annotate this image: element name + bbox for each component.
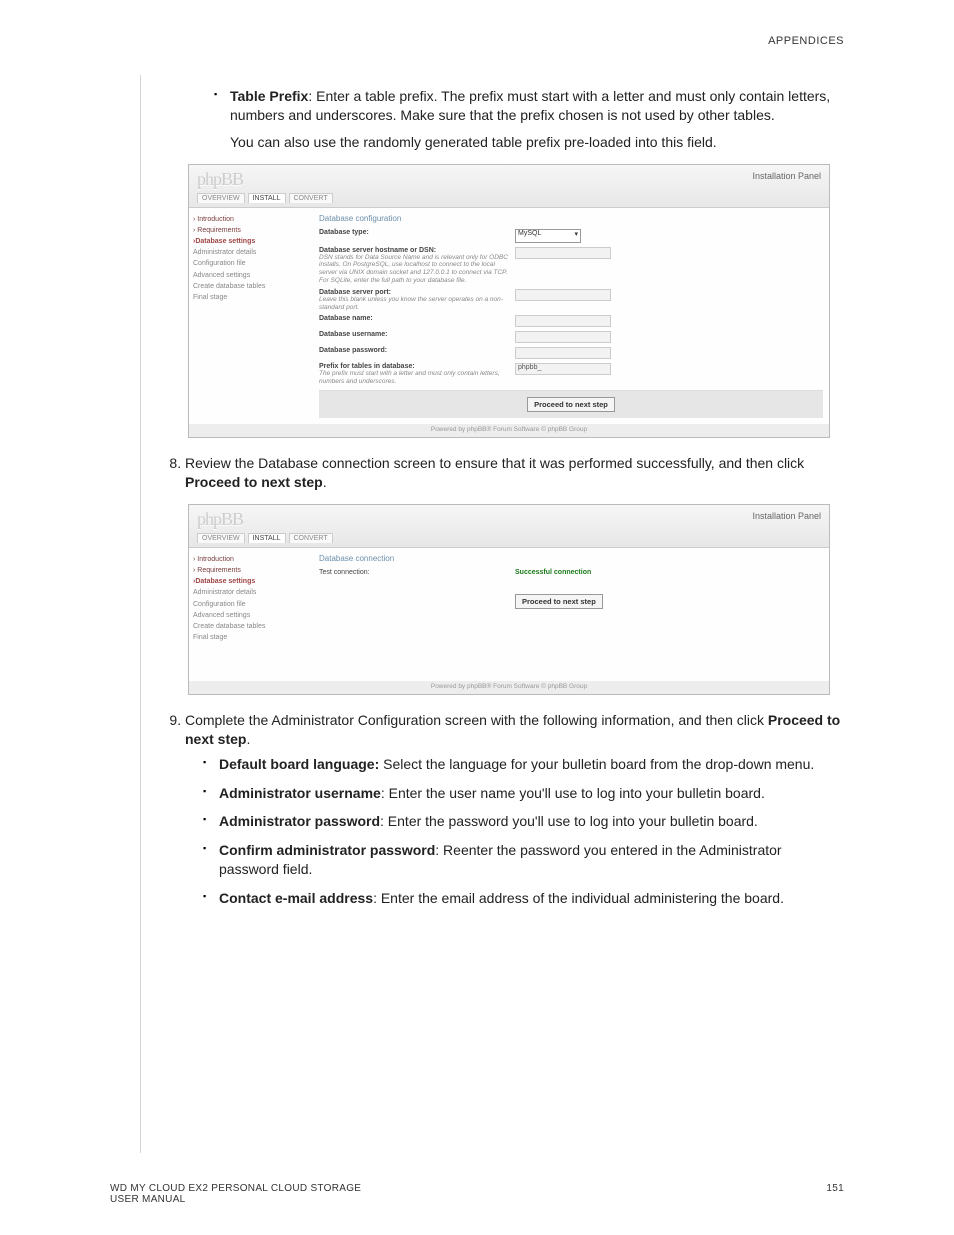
bullet-default-lang: Default board language: Select the langu… — [203, 755, 844, 774]
tab-install[interactable]: INSTALL — [248, 193, 286, 203]
footer-left: WD MY CLOUD EX2 PERSONAL CLOUD STORAGE U… — [110, 1183, 361, 1205]
installation-panel-label: Installation Panel — [752, 171, 821, 181]
sidebar2-intro: › Introduction — [193, 554, 313, 565]
sidebar2-final: Final stage — [193, 632, 313, 643]
bullet-table-prefix: Table Prefix: Enter a table prefix. The … — [214, 87, 844, 152]
lbl-dbuser: Database username: — [319, 331, 509, 343]
lbl-dsn: Database server hostname or DSN:DSN stan… — [319, 247, 509, 285]
tab-install-2[interactable]: INSTALL — [248, 533, 286, 543]
input-dbpass[interactable] — [515, 347, 611, 359]
sidebar-intro: › Introduction — [193, 214, 313, 225]
bullet-admin-pass: Administrator password: Enter the passwo… — [203, 812, 844, 831]
section-db-conn: Database connection — [319, 554, 823, 563]
bullet-confirm-pass: Confirm administrator password: Reenter … — [203, 841, 844, 879]
lbl-test-conn: Test connection: — [319, 569, 509, 576]
input-dbname[interactable] — [515, 315, 611, 327]
input-dsn[interactable] — [515, 247, 611, 259]
section-db-config: Database configuration — [319, 214, 823, 223]
screenshot-db-connection: phpBB Installation Panel OVERVIEW INSTAL… — [188, 504, 830, 695]
sidebar-adv: Advanced settings — [193, 270, 313, 281]
lbl-dbtype: Database type: — [319, 229, 509, 243]
tab-convert[interactable]: CONVERT — [289, 193, 333, 203]
phpbb-logo: phpBB — [197, 169, 243, 189]
sidebar-admin: Administrator details — [193, 247, 313, 258]
phpbb-footer-2: Powered by phpBB® Forum Software © phpBB… — [189, 681, 829, 692]
step8-end: . — [323, 474, 327, 490]
proceed-button-2[interactable]: Proceed to next step — [515, 594, 603, 609]
tab-convert-2[interactable]: CONVERT — [289, 533, 333, 543]
installation-panel-label-2: Installation Panel — [752, 511, 821, 521]
proceed-button[interactable]: Proceed to next step — [527, 397, 615, 412]
lbl-dbname: Database name: — [319, 315, 509, 327]
sidebar2-admin: Administrator details — [193, 587, 313, 598]
sidebar-final: Final stage — [193, 292, 313, 303]
note-table-prefix: You can also use the randomly generated … — [230, 133, 844, 152]
select-dbtype[interactable]: MySQL — [515, 229, 581, 243]
phpbb-logo-2: phpBB — [197, 509, 243, 529]
input-dbuser[interactable] — [515, 331, 611, 343]
input-prefix[interactable]: phpbb_ — [515, 363, 611, 375]
margin-rule — [140, 75, 141, 1153]
sidebar2-db: ›Database settings — [193, 576, 313, 587]
lbl-dbpass: Database password: — [319, 347, 509, 359]
lbl-prefix: Prefix for tables in database:The prefix… — [319, 363, 509, 386]
sidebar-req: › Requirements — [193, 225, 313, 236]
phpbb-footer: Powered by phpBB® Forum Software © phpBB… — [189, 424, 829, 435]
header-section: APPENDICES — [140, 35, 844, 47]
sidebar2-adv: Advanced settings — [193, 610, 313, 621]
step9-end: . — [246, 731, 250, 747]
bullet-contact-email: Contact e-mail address: Enter the email … — [203, 889, 844, 908]
install-sidebar: › Introduction › Requirements ›Database … — [189, 208, 317, 424]
sidebar-config: Configuration file — [193, 258, 313, 269]
sidebar2-create: Create database tables — [193, 621, 313, 632]
sidebar-create: Create database tables — [193, 281, 313, 292]
step-9: Complete the Administrator Configuration… — [185, 711, 844, 908]
label-table-prefix: Table Prefix — [230, 88, 308, 104]
install-sidebar-2: › Introduction › Requirements ›Database … — [189, 548, 317, 681]
tab-overview[interactable]: OVERVIEW — [197, 193, 245, 203]
sidebar2-config: Configuration file — [193, 599, 313, 610]
step8-text: Review the Database connection screen to… — [185, 455, 804, 471]
lbl-port: Database server port:Leave this blank un… — [319, 289, 509, 312]
footer-page-number: 151 — [826, 1183, 844, 1205]
step8-bold: Proceed to next step — [185, 474, 323, 490]
sidebar2-req: › Requirements — [193, 565, 313, 576]
test-result: Successful connection — [515, 569, 591, 576]
sidebar-db: ›Database settings — [193, 236, 313, 247]
footer-product: WD MY CLOUD EX2 PERSONAL CLOUD STORAGE — [110, 1183, 361, 1194]
input-port[interactable] — [515, 289, 611, 301]
bullet-admin-user: Administrator username: Enter the user n… — [203, 784, 844, 803]
step-8: Review the Database connection screen to… — [185, 454, 844, 492]
tab-overview-2[interactable]: OVERVIEW — [197, 533, 245, 543]
text-table-prefix: : Enter a table prefix. The prefix must … — [230, 88, 830, 123]
screenshot-db-config: phpBB Installation Panel OVERVIEW INSTAL… — [188, 164, 830, 438]
step9-text: Complete the Administrator Configuration… — [185, 712, 768, 728]
footer-manual: USER MANUAL — [110, 1194, 186, 1205]
